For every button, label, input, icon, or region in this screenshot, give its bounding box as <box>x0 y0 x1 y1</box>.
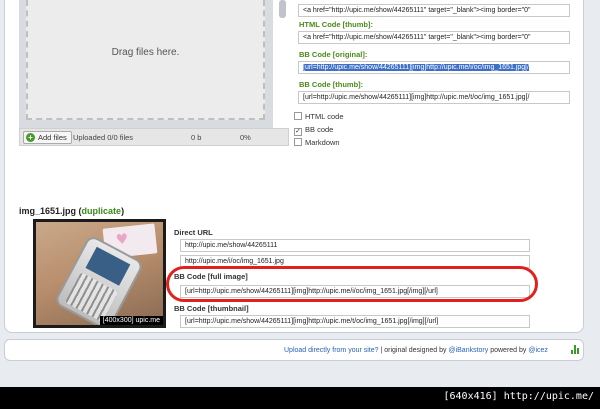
field-value: [url=http://upic.me/show/44265111][img]h… <box>185 318 439 325</box>
field-value: http://upic.me/i/oc/img_1651.jpg <box>185 258 284 265</box>
thumbnail-code-label: BB Code [thumbnail] <box>174 304 249 313</box>
file-name: img_1651.jpg <box>19 206 77 216</box>
thumbnail-caption: [400x300] upic.me <box>99 316 163 325</box>
html-code-checkbox[interactable]: HTML code <box>294 112 344 122</box>
footer-sep: | original designed by <box>378 347 449 354</box>
bar-chart-icon[interactable] <box>571 345 580 354</box>
bb-code-original-label: BB Code [original]: <box>299 50 368 59</box>
upload-status-bar: + Add files Uploaded 0/0 files 0 b 0% <box>19 128 289 146</box>
checkbox-box[interactable]: ✓ <box>294 128 302 136</box>
watermark-bar: [640x416] http://upic.me/ <box>0 387 600 409</box>
bb-code-thumb-field[interactable]: [url=http://upic.me/show/44265111][img]h… <box>298 91 570 104</box>
dropzone[interactable]: Drag files here. <box>26 0 265 120</box>
markdown-checkbox[interactable]: Markdown <box>294 138 340 148</box>
code-value: <a href="http://upic.me/show/44265111" t… <box>303 34 531 41</box>
add-files-label: Add files <box>38 133 67 142</box>
dropzone-container: Drag files here. <box>19 0 286 128</box>
footer-powered: powered by <box>488 347 529 354</box>
checkbox-label: BB code <box>305 125 334 134</box>
bb-code-original-field[interactable]: [url=http://upic.me/show/44265111][img]h… <box>298 61 570 74</box>
footer-text: Upload directly from your site? | origin… <box>284 347 548 354</box>
html-code-thumb-label: HTML Code [thumb]: <box>299 20 374 29</box>
direct-url-label: Direct URL <box>174 228 213 237</box>
watermark-text: [640x416] http://upic.me/ <box>443 391 594 402</box>
scrollbar[interactable] <box>279 0 286 18</box>
upload-from-site-link[interactable]: Upload directly from your site? <box>284 347 379 354</box>
html-code-original-field[interactable]: <a href="http://upic.me/show/44265111" t… <box>298 4 570 17</box>
add-files-button[interactable]: + Add files <box>23 131 72 144</box>
designer-link[interactable]: @iBankstory <box>448 347 488 354</box>
html-code-thumb-field[interactable]: <a href="http://upic.me/show/44265111" t… <box>298 31 570 44</box>
upload-percent: 0% <box>240 133 251 142</box>
dropzone-text: Drag files here. <box>111 46 180 58</box>
direct-url-field[interactable]: http://upic.me/show/44265111 <box>180 239 530 252</box>
file-title: img_1651.jpg (duplicate) <box>19 206 124 216</box>
checkbox-label: Markdown <box>305 138 340 147</box>
checkbox-label: HTML code <box>305 112 344 121</box>
footer: Upload directly from your site? | origin… <box>4 339 584 361</box>
checkbox-box[interactable] <box>294 138 302 146</box>
bb-code-thumb-label: BB Code [thumb]: <box>299 80 364 89</box>
thumbnail-code-field[interactable]: [url=http://upic.me/show/44265111][img]h… <box>180 315 530 328</box>
uploaded-count: Uploaded 0/0 files <box>73 133 134 142</box>
powered-by-link[interactable]: @icez <box>528 347 548 354</box>
code-value: [url=http://upic.me/show/44265111][img]h… <box>303 64 530 71</box>
upload-size: 0 b <box>191 133 202 142</box>
close-paren: ) <box>121 206 125 216</box>
code-value: <a href="http://upic.me/show/44265111" t… <box>303 7 531 14</box>
thumbnail-image[interactable]: ♥ [400x300] upic.me <box>33 219 166 328</box>
plus-icon: + <box>26 133 35 142</box>
duplicate-link[interactable]: duplicate <box>82 206 122 216</box>
field-value: http://upic.me/show/44265111 <box>185 242 278 249</box>
bb-code-checkbox[interactable]: ✓ BB code <box>294 125 333 136</box>
photo: ♥ [400x300] upic.me <box>36 222 163 325</box>
code-value: [url=http://upic.me/show/44265111][img]h… <box>303 94 530 101</box>
red-highlight-annotation <box>166 266 538 302</box>
checkbox-box[interactable] <box>294 112 302 120</box>
